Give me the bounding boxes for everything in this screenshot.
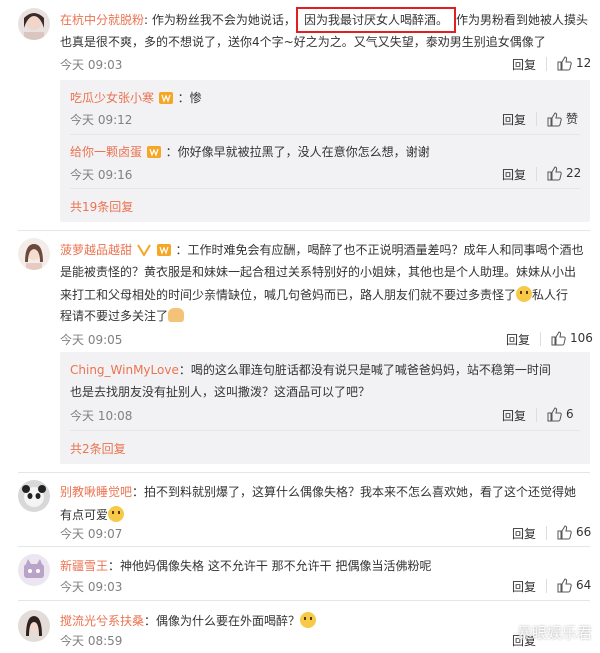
timestamp: 今天 09:07	[60, 527, 123, 541]
comment-text: 私人行	[532, 288, 569, 302]
divider	[546, 526, 547, 540]
like-button[interactable]: 66	[556, 524, 591, 540]
thumb-up-icon	[547, 111, 562, 126]
divider	[546, 579, 547, 593]
vip-badge-icon	[156, 244, 171, 256]
reply-button[interactable]: 回复	[502, 166, 526, 183]
reply-username[interactable]: Ching_WinMyLove	[70, 363, 179, 377]
reply-button[interactable]: 回复	[512, 578, 536, 595]
username[interactable]: 菠萝越品越甜	[60, 243, 132, 257]
comment-text: 来打工和父母相处的时间少亲情缺位，喊几句爸妈而已，路人朋友们就不要过多责怪了	[60, 288, 517, 302]
divider	[536, 167, 537, 181]
more-replies-link[interactable]: 共19条回复	[70, 198, 133, 215]
like-button[interactable]: 12	[556, 55, 591, 71]
highlighted-text: 因为我最讨厌女人喝醉酒。	[304, 13, 449, 27]
divider	[540, 332, 541, 346]
reply-button[interactable]: 回复	[512, 56, 536, 73]
avatar[interactable]	[18, 480, 50, 512]
comment-text: : 作为粉丝我不会为她说话，	[144, 13, 296, 27]
reply-button[interactable]: 回复	[506, 331, 530, 348]
more-replies-link[interactable]: 共2条回复	[70, 440, 126, 457]
comment-text: 作为男粉看到她被人摸头	[456, 13, 589, 27]
divider	[70, 134, 580, 135]
divider	[546, 57, 547, 71]
timestamp: 今天 09:12	[70, 113, 133, 127]
timestamp: 今天 08:59	[60, 634, 123, 648]
divider	[18, 546, 590, 547]
thumb-up-icon	[557, 578, 572, 593]
reply-text: ：你好像早就被拉黑了，没人在意你怎么想，谢谢	[165, 145, 430, 159]
divider	[18, 472, 590, 473]
comment-text: ：神他妈偶像失格 这不允许干 那不允许干 把偶像当活佛粉呢	[108, 559, 432, 573]
emoji-icon	[300, 612, 317, 628]
divider	[18, 230, 590, 231]
like-count: 64	[576, 578, 592, 592]
emoji-icon	[516, 286, 533, 302]
avatar[interactable]	[18, 8, 50, 40]
like-count: 12	[576, 56, 592, 70]
timestamp: 今天 10:08	[70, 409, 133, 423]
avatar[interactable]	[18, 610, 50, 642]
reply-text: ：惨	[177, 91, 202, 105]
timestamp: 今天 09:05	[60, 333, 123, 347]
reply-text: 也是去找朋友没有扯别人，这叫撒泼？这酒品可以了吧？	[70, 385, 371, 399]
vip-badge-icon	[146, 146, 161, 158]
like-button[interactable]: 22	[546, 165, 581, 181]
thumb-up-icon	[557, 56, 572, 71]
timestamp: 今天 09:03	[60, 58, 123, 72]
like-count: 22	[566, 166, 582, 180]
reply-button[interactable]: 回复	[502, 111, 526, 128]
timestamp: 今天 09:16	[70, 168, 133, 182]
watermark: 暴眼娱乐君	[516, 624, 592, 642]
comment-text: 是能被责怪的？黄衣服是和妹妹一起合租过关系特别好的小姐妹，其他也是个人助理。妹妹…	[60, 265, 577, 279]
reply-button[interactable]: 回复	[512, 525, 536, 542]
vip-badge-icon	[136, 244, 151, 256]
comment-text: ：拍不到料就别爆了，这算什么偶像失格？我本来不怎么喜欢她，看了这个还觉得她	[132, 485, 577, 499]
reply-button[interactable]: 回复	[502, 407, 526, 424]
reply-username[interactable]: 吃瓜少女张小寒	[70, 91, 154, 105]
emoji-icon	[108, 506, 125, 522]
like-count: 66	[576, 525, 592, 539]
divider	[536, 408, 537, 422]
like-button[interactable]: 赞	[546, 110, 578, 127]
divider	[70, 430, 580, 431]
username[interactable]: 在杭中分就脱粉	[60, 13, 144, 27]
username[interactable]: 别教啾睡觉吧	[60, 485, 132, 499]
vip-badge-icon	[158, 92, 173, 104]
thumb-up-icon	[547, 166, 562, 181]
like-button[interactable]: 6	[546, 406, 574, 422]
praying-hands-icon	[168, 308, 185, 322]
reply-text: ：喝的这么罪连句脏话都没有说只是喊了喊爸爸妈妈，站不稳第一时间	[178, 363, 551, 377]
like-button[interactable]: 106	[550, 330, 593, 346]
comment-text: 也真是很不爽，多的不想说了，送你4个字~好之为之。又气又失望，泰劝男生别追女偶像…	[60, 35, 546, 49]
like-label: 赞	[566, 112, 579, 126]
comment-text: 有点可爱	[60, 508, 109, 522]
like-button[interactable]: 64	[556, 577, 591, 593]
thumb-up-icon	[547, 407, 562, 422]
comment-text: 程请不要过多关注了	[60, 309, 169, 323]
username[interactable]: 搅流光兮系扶桑	[60, 614, 144, 628]
thumb-up-icon	[551, 331, 566, 346]
comment-text: ：偶像为什么要在外面喝醉？	[144, 614, 301, 628]
reply-username[interactable]: 给你一颗卤蛋	[70, 145, 142, 159]
like-count: 6	[566, 407, 574, 421]
divider	[70, 188, 580, 189]
timestamp: 今天 09:03	[60, 580, 123, 594]
comment-text: ：工作时难免会有应酬，喝醉了也不正说明酒量差吗？成年人和同事喝个酒也	[175, 243, 584, 257]
avatar[interactable]	[18, 238, 50, 270]
like-count: 106	[570, 331, 593, 345]
avatar[interactable]	[18, 554, 50, 586]
divider	[536, 112, 537, 126]
thumb-up-icon	[557, 525, 572, 540]
divider	[18, 600, 590, 601]
username[interactable]: 新疆雪王	[60, 559, 108, 573]
